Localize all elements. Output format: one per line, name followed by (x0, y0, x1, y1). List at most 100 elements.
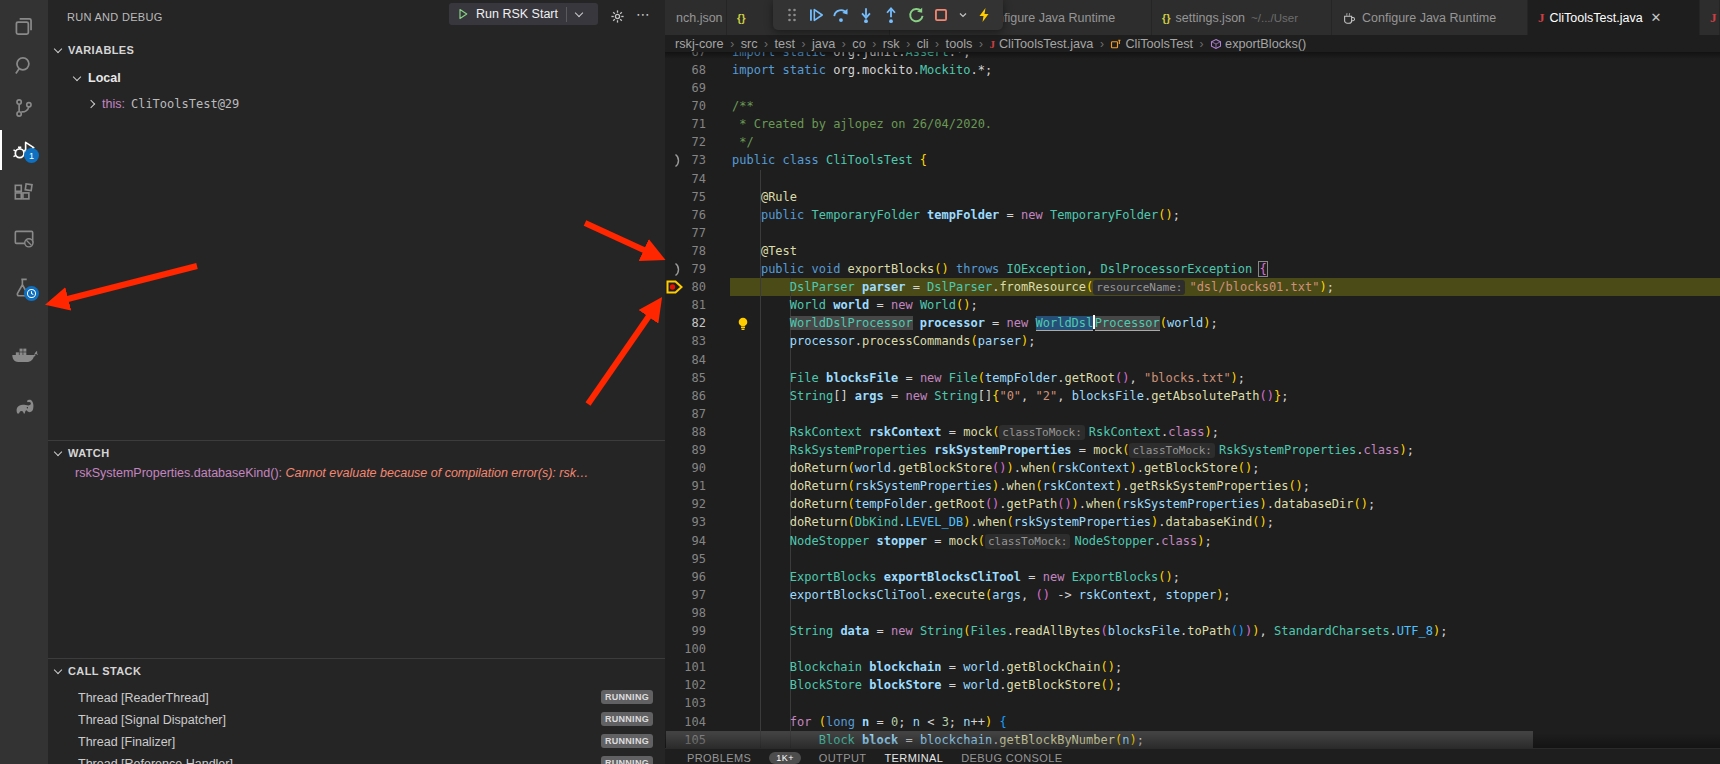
line-number[interactable]: 102 (665, 676, 706, 694)
run-config-dropdown[interactable]: Run RSK Start (449, 3, 598, 25)
activity-search-icon[interactable] (0, 44, 48, 88)
line-number[interactable]: 77 (665, 224, 706, 242)
json-icon: {} (1162, 12, 1171, 24)
line-number[interactable]: 72 (665, 133, 706, 151)
panel-tab-debug-console[interactable]: DEBUG CONSOLE (961, 750, 1062, 764)
line-number[interactable]: 95 (665, 550, 706, 568)
restart-icon[interactable] (907, 6, 925, 24)
sidebar-title: RUN AND DEBUG (67, 11, 163, 23)
tab-label: settings.json (1176, 11, 1245, 25)
line-number[interactable]: 86 (665, 387, 706, 405)
code-editor[interactable]: 67import static org.junit.Assert.*;68imp… (665, 0, 1720, 748)
variable-this-row[interactable]: this:CliToolsTest@29 (88, 97, 239, 111)
line-number[interactable]: 71 (665, 115, 706, 133)
hot-code-replace-icon[interactable] (976, 6, 992, 24)
step-over-icon[interactable] (832, 6, 850, 24)
line-number[interactable]: 93 (665, 513, 706, 531)
tab-CliToolsTest.java[interactable]: JCliToolsTest.java✕ (1528, 0, 1700, 35)
gear-icon[interactable] (610, 9, 625, 24)
stop-icon[interactable] (932, 6, 950, 24)
line-number[interactable]: 74 (665, 170, 706, 188)
line-number[interactable]: 75 (665, 188, 706, 206)
tab-nch.json[interactable]: nch.json (666, 0, 727, 35)
activity-docker-icon[interactable] (0, 335, 48, 379)
line-number[interactable]: 103 (665, 694, 706, 712)
activity-explorer-icon[interactable] (0, 4, 48, 48)
step-out-icon[interactable] (882, 6, 900, 24)
more-actions-icon[interactable]: ⋯ (636, 6, 651, 22)
watch-section-header[interactable]: WATCH (48, 442, 665, 464)
chevron-down-icon[interactable] (957, 9, 969, 21)
activity-test-flask-icon[interactable] (0, 266, 48, 310)
close-icon[interactable]: ✕ (1651, 10, 1662, 25)
thread-label: Thread [Signal Dispatcher] (78, 713, 226, 727)
line-number[interactable]: 96 (665, 568, 706, 586)
breadcrumb[interactable]: rskj-core›src›test›java›co›rsk›cli›tools… (665, 35, 1720, 52)
breadcrumb-method[interactable]: exportBlocks() (1225, 37, 1306, 51)
activity-gradle-icon[interactable] (0, 385, 48, 429)
line-number[interactable]: 82 (665, 314, 706, 332)
activity-source-control-icon[interactable] (0, 86, 48, 130)
breadcrumb-item[interactable]: rsk (883, 37, 900, 51)
activity-remote-explorer-icon[interactable] (0, 217, 48, 261)
line-number[interactable]: 87 (665, 405, 706, 423)
line-number[interactable]: 76 (665, 206, 706, 224)
watch-expression-row[interactable]: rskSystemProperties.databaseKind(): Cann… (75, 466, 588, 480)
code-line: RskContext rskContext = mock(classToMock… (732, 423, 1219, 441)
call-stack-thread-row[interactable]: Thread [Finalizer]RUNNING (48, 731, 665, 753)
code-line: File blocksFile = new File(tempFolder.ge… (732, 369, 1245, 387)
call-stack-thread-row[interactable]: Thread [Reference Handler]RUNNING (48, 753, 665, 764)
panel-tab-problems[interactable]: PROBLEMS (687, 750, 751, 764)
line-number[interactable]: 83 (665, 332, 706, 350)
variables-scope-local[interactable]: Local (74, 71, 121, 85)
panel-tab-bar: PROBLEMS1K+OUTPUTTERMINALDEBUG CONSOLE (665, 748, 1720, 764)
code-line: doReturn(tempFolder.getRoot().getPath())… (732, 495, 1375, 513)
line-number[interactable]: 101 (665, 658, 706, 676)
code-line: for (long n = 0; n < 3; n++) { (732, 713, 1007, 731)
tab-hidden[interactable]: J (1700, 0, 1720, 35)
call-stack-section-header[interactable]: CALL STACK (48, 660, 665, 682)
breadcrumb-class[interactable]: CliToolsTest (1125, 37, 1193, 51)
line-number[interactable]: 104 (665, 713, 706, 731)
breadcrumb-item[interactable]: src (741, 37, 758, 51)
line-number[interactable]: 70 (665, 97, 706, 115)
vscode-window: 1 RUN AND DEBUG Run RSK Start ⋯ VARIABLE… (0, 0, 1720, 764)
tab-settings.json[interactable]: {}settings.json~/.../User (1152, 0, 1332, 35)
line-number[interactable]: 68 (665, 61, 706, 79)
line-number[interactable]: 90 (665, 459, 706, 477)
line-number[interactable]: 69 (665, 79, 706, 97)
activity-run-debug-icon[interactable] (0, 128, 48, 172)
tab-Configure Java Runtime[interactable]: Configure Java Runtime (1332, 0, 1528, 35)
panel-tab-terminal[interactable]: TERMINAL (884, 750, 943, 764)
line-number[interactable]: 84 (665, 351, 706, 369)
breadcrumb-item[interactable]: co (852, 37, 865, 51)
line-number[interactable]: 94 (665, 532, 706, 550)
breadcrumb-item[interactable]: tools (946, 37, 973, 51)
variables-section-header[interactable]: VARIABLES (48, 39, 665, 61)
line-number[interactable]: 78 (665, 242, 706, 260)
call-stack-thread-row[interactable]: Thread [ReaderThread]RUNNING (48, 687, 665, 709)
line-number[interactable]: 91 (665, 477, 706, 495)
line-number[interactable]: 98 (665, 604, 706, 622)
step-into-icon[interactable] (857, 6, 875, 24)
breadcrumb-item[interactable]: java (812, 37, 835, 51)
continue-icon[interactable] (807, 6, 825, 24)
lightbulb-icon[interactable] (736, 316, 750, 335)
line-number[interactable]: 85 (665, 369, 706, 387)
divider (566, 7, 567, 22)
breadcrumb-item[interactable]: cli (917, 37, 929, 51)
line-number[interactable]: 88 (665, 423, 706, 441)
line-number[interactable]: 97 (665, 586, 706, 604)
breadcrumb-item[interactable]: test (775, 37, 795, 51)
call-stack-thread-row[interactable]: Thread [Signal Dispatcher]RUNNING (48, 709, 665, 731)
breadcrumb-item[interactable]: rskj-core (675, 37, 724, 51)
gripper-icon[interactable] (784, 4, 800, 26)
line-number[interactable]: 100 (665, 640, 706, 658)
line-number[interactable]: 92 (665, 495, 706, 513)
java-icon: J (989, 38, 995, 50)
breadcrumb-file[interactable]: CliToolsTest.java (999, 37, 1094, 51)
line-number[interactable]: 89 (665, 441, 706, 459)
panel-tab-output[interactable]: OUTPUT (819, 750, 867, 764)
activity-extensions-icon[interactable] (0, 172, 48, 216)
line-number[interactable]: 99 (665, 622, 706, 640)
